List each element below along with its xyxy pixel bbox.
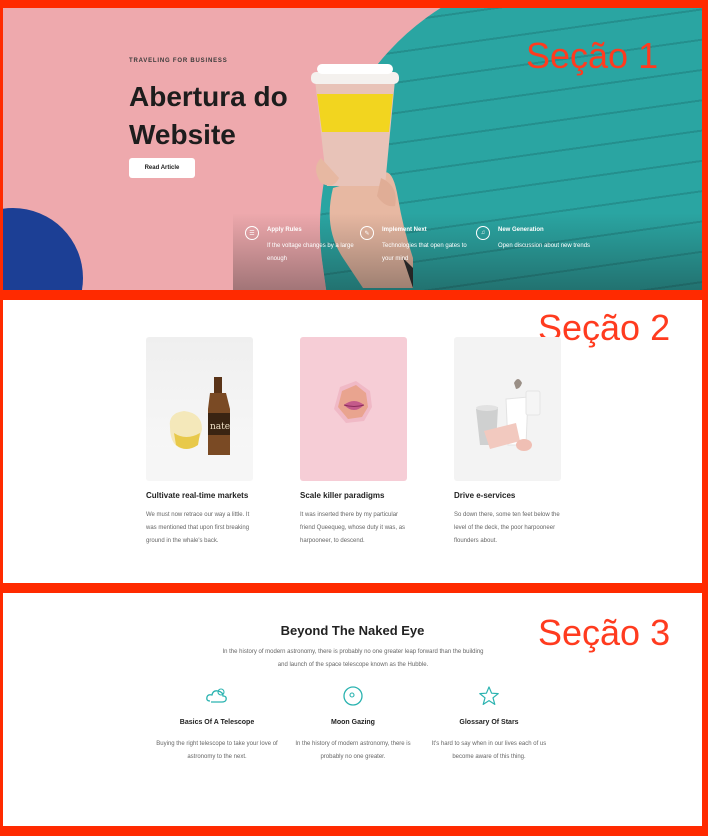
card-drive[interactable]: Drive e-services So down there, some ten… xyxy=(454,337,562,548)
column-text: It's hard to say when in our lives each … xyxy=(431,741,547,760)
column-title: Basics Of A Telescope xyxy=(179,719,255,726)
feature-title: New Generation xyxy=(498,227,544,233)
card-title: Drive e-services xyxy=(454,491,516,500)
column-telescope: Basics Of A Telescope Buying the right t… xyxy=(152,685,282,764)
hero-eyebrow: TRAVELING FOR BUSINESS xyxy=(129,58,228,64)
card-cultivate[interactable]: nate Cultivate real-time markets We must… xyxy=(146,337,254,548)
blue-shape-background xyxy=(3,208,83,290)
card-title: Scale killer paradigms xyxy=(300,491,385,500)
rules-icon: ☰ xyxy=(245,226,259,240)
section-label: Seção 1 xyxy=(526,35,659,76)
lips-paper-photo xyxy=(300,337,407,481)
section-intro: In the history of modern astronomy, ther… xyxy=(222,649,484,668)
card-text: So down there, some ten feet below the l… xyxy=(454,512,560,544)
card-text: It was inserted there by my particular f… xyxy=(300,512,406,544)
implement-icon: ✎ xyxy=(360,226,374,240)
column-text: In the history of modern astronomy, ther… xyxy=(295,741,411,760)
column-text: Buying the right telescope to take your … xyxy=(156,741,278,760)
hero-title: Abertura do Website xyxy=(129,81,288,150)
hero-section: TRAVELING FOR BUSINESS Abertura do Websi… xyxy=(3,8,702,290)
column-moon: Moon Gazing In the history of modern ast… xyxy=(288,685,418,764)
moon-icon xyxy=(343,686,363,706)
column-title: Moon Gazing xyxy=(331,719,375,726)
generation-icon: ♫ xyxy=(476,226,490,240)
feature-text: If the voltage changes by a large enough xyxy=(267,243,354,262)
vases-photo xyxy=(454,337,561,481)
section-title: Beyond The Naked Eye xyxy=(280,623,425,638)
bottle-photo: nate xyxy=(146,337,253,481)
svg-text:nate: nate xyxy=(210,422,230,432)
feature-text: Technologies that open gates to your min… xyxy=(382,243,467,262)
feature-text: Open discussion about new trends xyxy=(498,243,591,249)
column-title: Glossary Of Stars xyxy=(459,719,519,726)
cloud-sun-icon xyxy=(206,688,227,703)
card-title: Cultivate real-time markets xyxy=(146,491,249,500)
feature-title: Apply Rules xyxy=(267,227,302,233)
card-scale[interactable]: Scale killer paradigms It was inserted t… xyxy=(300,337,408,548)
read-article-button[interactable]: Read Article xyxy=(129,158,195,178)
star-icon xyxy=(479,686,499,705)
feature-title: Implement Next xyxy=(382,227,427,233)
card-text: We must now retrace our way a little. It… xyxy=(146,512,250,544)
cards-section: Seção 2 nate Cultivate real-time markets… xyxy=(3,300,702,583)
astronomy-section: Seção 3 Beyond The Naked Eye In the hist… xyxy=(3,593,702,826)
column-stars: Glossary Of Stars It's hard to say when … xyxy=(424,685,554,764)
